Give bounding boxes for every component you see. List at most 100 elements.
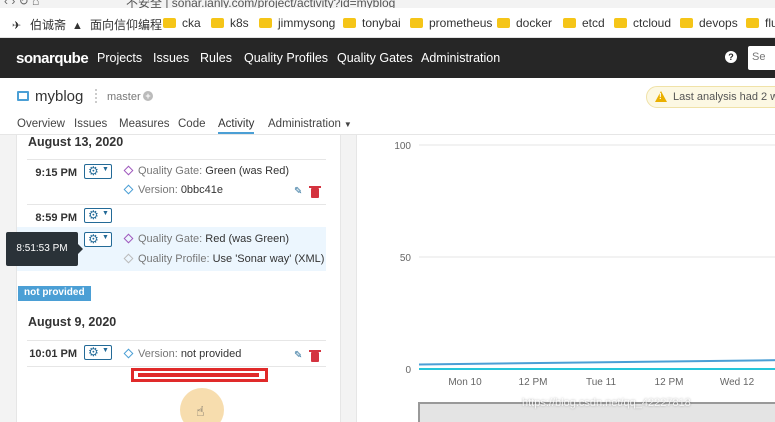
caret-down-icon: ▼	[343, 120, 352, 129]
y-tick-label: 0	[405, 365, 411, 376]
nav-projects[interactable]: Projects	[97, 51, 142, 65]
analysis-warning[interactable]: Last analysis had 2 warn	[646, 86, 775, 108]
divider	[27, 340, 326, 341]
diamond-icon	[123, 233, 134, 244]
bookmark-folder[interactable]: cka	[163, 16, 201, 30]
project-icon	[17, 91, 29, 101]
plane-icon: ✈	[12, 20, 22, 32]
component-header: myblog master + Last analysis had 2 warn…	[0, 78, 775, 135]
folder-icon	[259, 18, 272, 28]
tab-issues[interactable]: Issues	[74, 118, 107, 130]
caret-down-icon: ▼	[102, 347, 109, 354]
tab-administration[interactable]: Administration ▼	[268, 118, 352, 130]
tab-activity[interactable]: Activity	[218, 118, 255, 134]
url-text: 不安全 | sonar.ianly.com/project/activity?i…	[126, 0, 396, 8]
nav-rules[interactable]: Rules	[200, 51, 232, 65]
nav-quality-gates[interactable]: Quality Gates	[337, 51, 413, 65]
divider	[27, 204, 326, 205]
event-version: Version: not provided	[123, 348, 241, 360]
divider	[27, 366, 326, 367]
folder-icon	[211, 18, 224, 28]
folder-icon	[563, 18, 576, 28]
event-version: Version: 0bbc41e	[123, 184, 223, 196]
bookmark-item[interactable]: ✈ 伯诚斋	[12, 16, 66, 33]
activity-chart-panel: 0 50 100 Mon 10 12 PM Tue 11 12 PM Wed 12	[356, 135, 775, 422]
warning-icon	[655, 91, 667, 102]
sonarqube-logo[interactable]: sonarqube	[16, 50, 89, 67]
bookmark-folder[interactable]: flu	[746, 16, 775, 30]
site-icon: ▲	[72, 20, 83, 32]
day-header: August 9, 2020	[28, 315, 117, 329]
analysis-time: 10:01 PM	[29, 348, 77, 360]
folder-icon	[163, 18, 176, 28]
trash-icon[interactable]	[309, 186, 321, 198]
diamond-icon	[123, 184, 134, 195]
nav-administration[interactable]: Administration	[421, 51, 500, 65]
gear-icon: ⚙	[88, 232, 99, 246]
branch-icon	[95, 89, 98, 103]
version-badge: not provided	[18, 286, 91, 301]
nav-quality-profiles[interactable]: Quality Profiles	[244, 51, 328, 65]
gear-icon: ⚙	[88, 345, 99, 359]
activity-list-panel: August 13, 2020 9:15 PM ⚙ ▼ Quality Gate:…	[16, 135, 341, 422]
day-header: August 13, 2020	[28, 135, 124, 149]
analysis-actions-button[interactable]: ⚙ ▼	[84, 232, 112, 247]
bookmark-folder[interactable]: tonybai	[343, 16, 401, 30]
folder-icon	[410, 18, 423, 28]
time-tooltip: 8:51:53 PM	[6, 232, 83, 266]
folder-icon	[746, 18, 759, 28]
diamond-icon	[123, 165, 134, 176]
folder-icon	[343, 18, 356, 28]
analysis-actions-button[interactable]: ⚙ ▼	[84, 208, 112, 223]
folder-icon	[680, 18, 693, 28]
x-tick-label: 12 PM	[519, 377, 548, 388]
nav-issues[interactable]: Issues	[153, 51, 189, 65]
watermark-text: https://blog.csdn.net/qq_42227818	[522, 397, 691, 409]
event-quality-profile: Quality Profile: Use 'Sonar way' (XML)	[123, 253, 324, 265]
caret-down-icon: ▼	[102, 166, 109, 173]
edit-icon[interactable]: ✎	[294, 186, 303, 197]
x-tick-label: Mon 10	[448, 377, 482, 388]
bookmarks-bar: ✈ 伯诚斋 ▲ 面向信仰编程 cka k8s jimmysong tonybai p…	[0, 8, 775, 38]
analysis-actions-button[interactable]: ⚙ ▼	[84, 164, 112, 179]
bookmark-folder[interactable]: k8s	[211, 16, 249, 30]
bookmark-folder[interactable]: ctcloud	[614, 16, 671, 30]
bookmark-item[interactable]: ▲ 面向信仰编程	[72, 16, 162, 33]
tab-measures[interactable]: Measures	[119, 118, 170, 130]
trash-icon[interactable]	[309, 350, 321, 362]
analysis-actions-button[interactable]: ⚙ ▼	[84, 345, 112, 360]
tab-overview[interactable]: Overview	[17, 118, 65, 130]
x-tick-label: Wed 12	[720, 377, 755, 388]
tab-code[interactable]: Code	[178, 118, 206, 130]
bookmark-folder[interactable]: jimmysong	[259, 16, 335, 30]
bookmark-folder[interactable]: devops	[680, 16, 738, 30]
folder-icon	[614, 18, 627, 28]
caret-down-icon: ▼	[102, 234, 109, 241]
series-line	[418, 359, 775, 366]
event-quality-gate: Quality Gate: Green (was Red)	[123, 165, 289, 177]
browser-address-bar[interactable]: ‹ › ↻ ⌂ 不安全 | sonar.ianly.com/project/ac…	[0, 0, 775, 8]
annotation-highlight	[131, 368, 268, 382]
y-tick-label: 100	[394, 141, 411, 152]
x-tick-label: Tue 11	[586, 377, 616, 388]
search-input[interactable]: Se	[748, 46, 775, 70]
browser-nav-icons[interactable]: ‹ › ↻ ⌂	[4, 0, 39, 8]
plus-icon[interactable]: +	[143, 91, 153, 101]
bookmark-folder[interactable]: prometheus	[410, 16, 492, 30]
diamond-icon	[123, 348, 134, 359]
gear-icon: ⚙	[88, 164, 99, 178]
caret-down-icon: ▼	[102, 210, 109, 217]
edit-icon[interactable]: ✎	[294, 350, 303, 361]
help-icon[interactable]: ?	[725, 51, 737, 63]
bookmark-folder[interactable]: etcd	[563, 16, 605, 30]
analysis-time: 9:15 PM	[35, 167, 77, 179]
bookmark-folder[interactable]: docker	[497, 16, 552, 30]
gear-icon: ⚙	[88, 208, 99, 222]
analysis-time: 8:59 PM	[35, 212, 77, 224]
branch-name[interactable]: master	[107, 91, 141, 103]
project-name[interactable]: myblog	[35, 88, 83, 105]
folder-icon	[497, 18, 510, 28]
activity-chart[interactable]: 0 50 100 Mon 10 12 PM Tue 11 12 PM Wed 12	[357, 135, 775, 422]
diamond-icon	[123, 253, 134, 264]
x-tick-label: 12 PM	[655, 377, 684, 388]
